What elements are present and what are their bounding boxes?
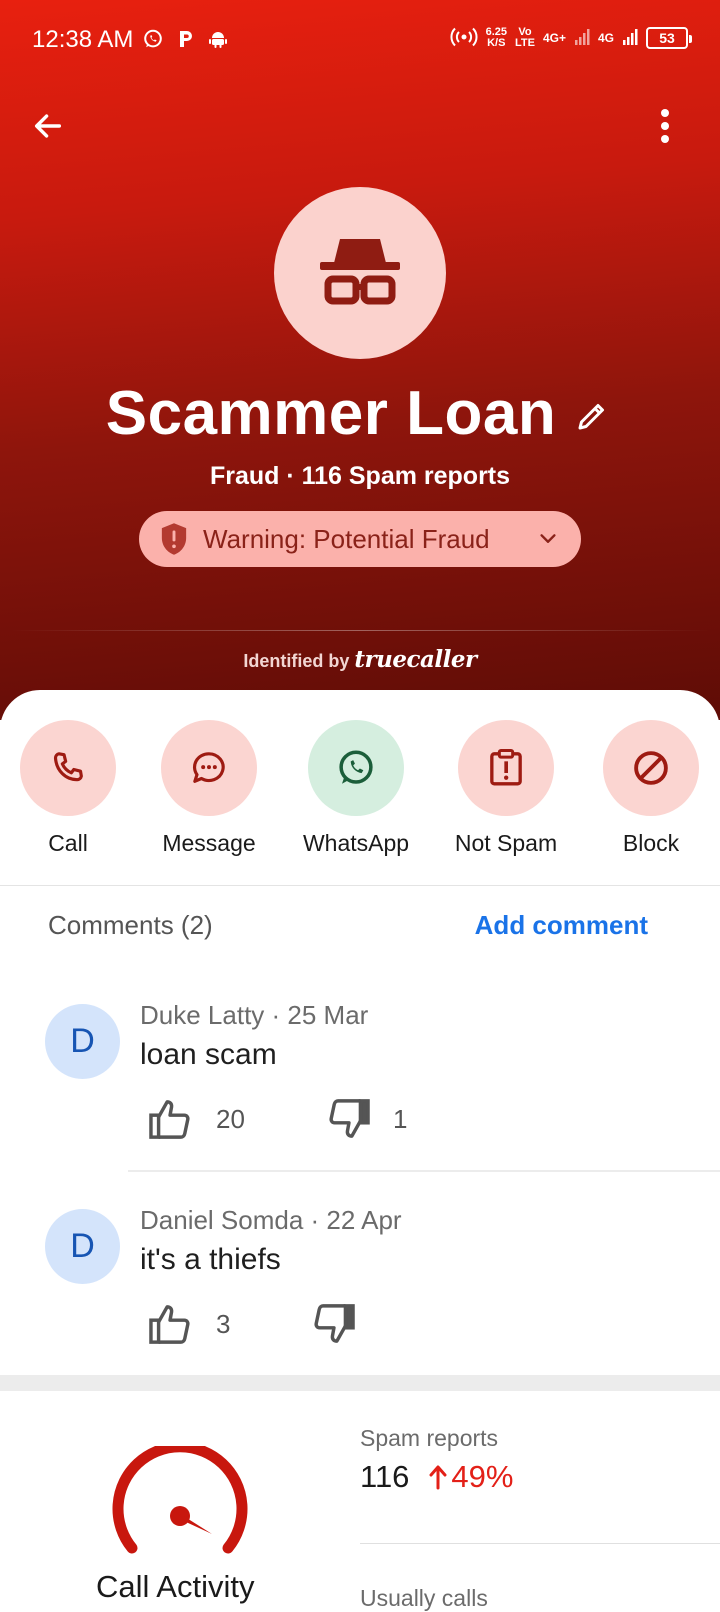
message-button[interactable] <box>161 720 257 816</box>
spammer-avatar <box>274 187 446 359</box>
like-count: 20 <box>216 1103 245 1134</box>
volte-bottom: LTE <box>515 37 535 49</box>
like-button[interactable]: 20 <box>148 1098 245 1140</box>
network-speed: 6.25 K/S <box>486 27 507 49</box>
comment-avatar: D <box>45 1004 120 1079</box>
truecaller-logo: truecaller <box>354 646 477 673</box>
block-action[interactable]: Block <box>581 720 720 857</box>
arrow-back-icon <box>34 114 62 138</box>
chevron-down-icon <box>540 534 556 543</box>
call-button[interactable] <box>20 720 116 816</box>
call-action[interactable]: Call <box>0 720 138 857</box>
section-band <box>0 1375 720 1391</box>
section-divider <box>0 885 720 886</box>
dislike-button[interactable]: 1 <box>325 1098 407 1140</box>
call-activity-section: Call Activity Spam reports 116 49% Usual… <box>0 1391 720 1612</box>
block-label: Block <box>622 830 680 856</box>
signal-icon-sim1 <box>574 28 590 48</box>
like-count: 3 <box>216 1308 231 1339</box>
notification-icons <box>142 28 228 55</box>
status-time: 12:38 AM <box>32 26 134 53</box>
more-options-button[interactable] <box>650 104 680 148</box>
hotspot-icon <box>450 26 478 50</box>
spam-reports-stat: 116 49% <box>360 1459 513 1495</box>
battery-icon: 53 <box>646 27 692 49</box>
whatsapp-notification-icon <box>142 28 164 55</box>
contact-name-row: Scammer Loan <box>0 378 720 449</box>
hero-divider <box>10 630 710 631</box>
fraud-warning-dropdown[interactable]: Warning: Potential Fraud <box>139 511 581 567</box>
message-label: Message <box>162 830 256 856</box>
thumbs-up-icon <box>149 1305 190 1344</box>
fraud-warning-label: Warning: Potential Fraud <box>203 523 490 554</box>
battery-level: 53 <box>659 29 675 46</box>
whatsapp-icon <box>339 750 373 784</box>
whatsapp-label: WhatsApp <box>302 830 410 856</box>
thumbs-down-icon <box>329 1099 370 1138</box>
status-bar: 12:38 AM 6.25 K/S Vo LTE 4G+ 4G 53 <box>0 22 720 60</box>
comment-author-date: Duke Latty · 25 Mar <box>140 1000 369 1030</box>
signal-icon-sim2 <box>622 28 638 48</box>
stat-divider <box>360 1543 720 1544</box>
not-spam-icon <box>490 749 522 786</box>
sim2-label: 4G <box>597 30 614 45</box>
usually-calls-label: Usually calls <box>360 1585 488 1611</box>
dislike-count: 1 <box>393 1103 408 1134</box>
edit-name-button[interactable] <box>570 394 614 438</box>
action-bar: Call Message WhatsApp Not Spam Block <box>0 720 720 860</box>
add-comment-button[interactable]: Add comment <box>475 910 648 941</box>
whatsapp-button[interactable] <box>308 720 404 816</box>
p-app-notification-icon <box>176 28 196 55</box>
spam-reports-value: 116 <box>360 1459 410 1494</box>
call-label: Call <box>48 830 88 856</box>
thumbs-down-icon <box>314 1304 355 1343</box>
back-button[interactable] <box>26 104 70 148</box>
message-icon <box>192 752 225 783</box>
comment-text: it's a thiefs <box>140 1243 281 1276</box>
spam-reports-change: 49% <box>429 1459 513 1495</box>
net-speed-unit: K/S <box>487 37 506 49</box>
spam-change-value: 49% <box>451 1459 514 1494</box>
comment-text: loan scam <box>140 1038 277 1071</box>
incognito-icon <box>320 239 400 305</box>
android-notification-icon <box>208 29 228 54</box>
comment-author-date: Daniel Somda · 22 Apr <box>140 1205 402 1235</box>
spam-reports-label: Spam reports <box>360 1425 499 1451</box>
system-indicators: 6.25 K/S Vo LTE 4G+ 4G 53 <box>450 26 692 50</box>
profile-header <box>0 0 720 720</box>
comment-divider <box>128 1170 720 1172</box>
dislike-button[interactable] <box>310 1303 378 1345</box>
like-button[interactable]: 3 <box>148 1303 230 1345</box>
whatsapp-action[interactable]: WhatsApp <box>286 720 426 857</box>
not-spam-action[interactable]: Not Spam <box>436 720 576 857</box>
comments-title: Comments (2) <box>48 910 213 940</box>
contact-name: Scammer Loan <box>105 379 557 448</box>
phone-icon <box>53 752 83 782</box>
call-activity-title: Call Activity <box>96 1569 255 1604</box>
message-action[interactable]: Message <box>139 720 279 857</box>
pencil-icon <box>578 403 605 429</box>
spam-summary: Fraud · 116 Spam reports <box>209 462 511 490</box>
block-icon <box>634 751 668 785</box>
identified-by: Identified by truecaller <box>0 646 720 673</box>
sim1-label: 4G+ <box>542 30 566 45</box>
not-spam-button[interactable] <box>458 720 554 816</box>
thumbs-up-icon <box>149 1100 190 1139</box>
block-button[interactable] <box>603 720 699 816</box>
identified-prefix: Identified by <box>243 651 350 671</box>
more-vert-icon <box>661 109 669 143</box>
not-spam-label: Not Spam <box>454 830 558 856</box>
arrow-up-icon <box>429 1465 447 1490</box>
speedometer-icon <box>112 1446 248 1554</box>
comment-avatar: D <box>45 1209 120 1284</box>
shield-alert-icon <box>161 523 187 555</box>
volte-indicator: Vo LTE <box>515 27 535 49</box>
comments-header: Comments (2) Add comment <box>48 910 648 941</box>
